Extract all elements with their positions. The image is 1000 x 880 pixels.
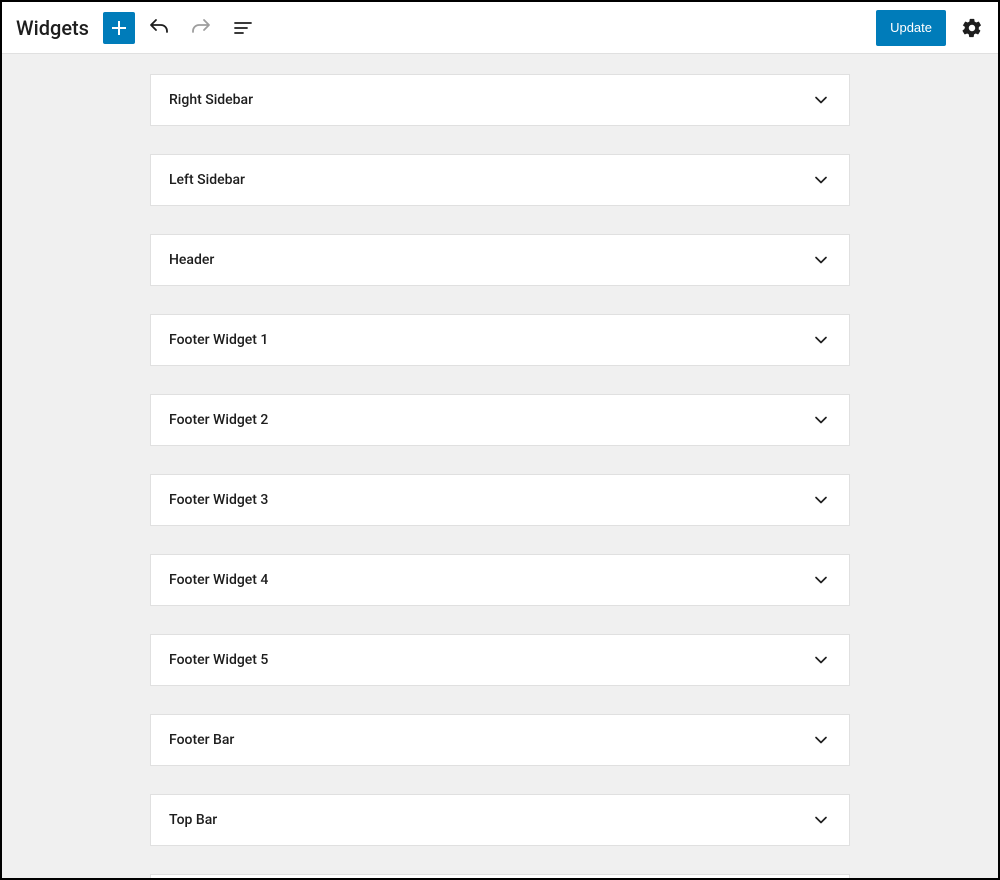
chevron-down-icon <box>811 570 831 590</box>
chevron-down-icon <box>811 250 831 270</box>
widget-area-panel: Left Sidebar <box>150 154 850 206</box>
widget-list: Right Sidebar Left Sidebar Header Foot <box>150 74 850 878</box>
settings-button[interactable] <box>954 10 990 46</box>
chevron-down-icon <box>811 650 831 670</box>
gear-icon <box>961 17 983 39</box>
chevron-down-icon <box>811 330 831 350</box>
widget-area-title: Right Sidebar <box>169 92 253 108</box>
widget-area-title: Footer Widget 2 <box>169 412 268 428</box>
widget-area-toggle[interactable]: Header <box>151 235 849 285</box>
widget-area-panel: Right Sidebar <box>150 74 850 126</box>
widget-area-toggle[interactable]: Footer Widget 4 <box>151 555 849 605</box>
widget-area-panel: Footer Widget 2 <box>150 394 850 446</box>
widget-area-panel: Top Bar <box>150 794 850 846</box>
chevron-down-icon <box>811 730 831 750</box>
widget-area-toggle[interactable]: Left Sidebar <box>151 155 849 205</box>
toolbar-left: Widgets <box>10 10 261 46</box>
widget-area-panel: Footer Widget 1 <box>150 314 850 366</box>
content-area[interactable]: Right Sidebar Left Sidebar Header Foot <box>2 54 998 878</box>
editor-container: Widgets <box>2 2 998 878</box>
widget-area-title: Footer Widget 3 <box>169 492 268 508</box>
widget-area-title: Header <box>169 252 214 268</box>
add-block-button[interactable] <box>103 12 135 44</box>
undo-icon <box>147 16 171 40</box>
widget-area-panel: Footer Widget 3 <box>150 474 850 526</box>
page-title: Widgets <box>16 16 89 40</box>
widget-area-panel: Footer Bar <box>150 714 850 766</box>
widget-area-title: Footer Widget 4 <box>169 572 268 588</box>
widget-area-title: Left Sidebar <box>169 172 245 188</box>
chevron-down-icon <box>811 170 831 190</box>
widget-area-panel <box>150 874 850 878</box>
list-view-button[interactable] <box>225 10 261 46</box>
widget-area-toggle[interactable]: Right Sidebar <box>151 75 849 125</box>
undo-button[interactable] <box>141 10 177 46</box>
widget-area-toggle[interactable]: Footer Widget 2 <box>151 395 849 445</box>
widget-area-panel: Footer Widget 5 <box>150 634 850 686</box>
chevron-down-icon <box>811 410 831 430</box>
list-view-icon <box>231 16 255 40</box>
widget-area-toggle[interactable]: Footer Bar <box>151 715 849 765</box>
widget-area-title: Footer Widget 1 <box>169 332 268 348</box>
update-button[interactable]: Update <box>876 10 946 46</box>
widget-area-panel: Footer Widget 4 <box>150 554 850 606</box>
widget-area-toggle[interactable]: Footer Widget 3 <box>151 475 849 525</box>
chevron-down-icon <box>811 810 831 830</box>
widget-area-title: Top Bar <box>169 812 217 828</box>
redo-icon <box>189 16 213 40</box>
redo-button[interactable] <box>183 10 219 46</box>
widget-area-title: Footer Bar <box>169 732 234 748</box>
plus-icon <box>107 16 131 40</box>
chevron-down-icon <box>811 490 831 510</box>
chevron-down-icon <box>811 90 831 110</box>
toolbar-right: Update <box>876 10 990 46</box>
top-toolbar: Widgets <box>2 2 998 54</box>
widget-area-title: Footer Widget 5 <box>169 652 268 668</box>
widget-area-toggle[interactable]: Top Bar <box>151 795 849 845</box>
widget-area-toggle[interactable]: Footer Widget 1 <box>151 315 849 365</box>
widget-area-toggle[interactable]: Footer Widget 5 <box>151 635 849 685</box>
widget-area-panel: Header <box>150 234 850 286</box>
